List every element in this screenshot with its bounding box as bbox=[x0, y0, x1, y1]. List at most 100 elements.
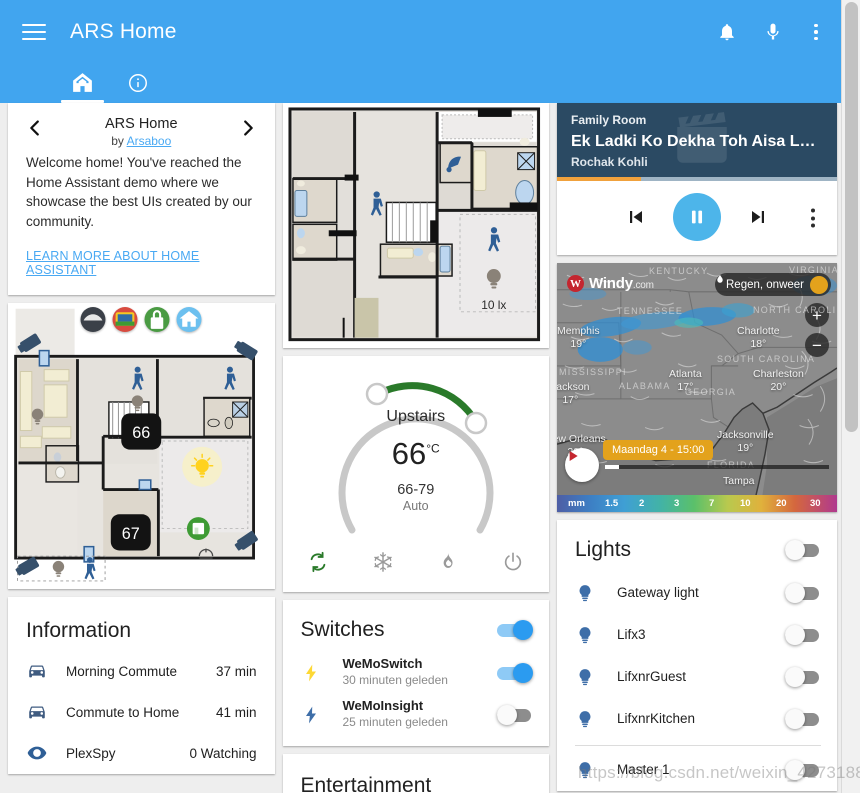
car-icon bbox=[26, 660, 66, 682]
light-row-master-1[interactable]: Master 1 bbox=[557, 749, 837, 791]
information-row-label: PlexSpy bbox=[66, 745, 116, 761]
map-city-memphis: Memphis 19° bbox=[557, 325, 600, 350]
page-scrollbar[interactable] bbox=[841, 0, 860, 793]
switch-row-toggle[interactable] bbox=[497, 662, 533, 684]
information-row-commute-to-home[interactable]: Commute to Home 41 min bbox=[8, 692, 275, 733]
map-timeline-progress bbox=[605, 465, 619, 469]
light-row-lifx3[interactable]: Lifx3 bbox=[557, 614, 837, 656]
thermostat-card: Upstairs 66°C 66-79 Auto bbox=[282, 355, 549, 592]
information-row-label: Commute to Home bbox=[66, 704, 180, 720]
snowflake-icon[interactable] bbox=[371, 550, 395, 574]
thermostat-readout: Upstairs 66°C 66-79 Auto bbox=[316, 408, 516, 513]
map-state-label: KENTUCKY bbox=[649, 266, 709, 276]
media-player-info[interactable]: Family Room Ek Ladki Ko Dekha Toh Aisa L… bbox=[557, 103, 837, 177]
svg-text:66: 66 bbox=[132, 424, 150, 442]
floorplan-lower-image[interactable]: 66 67 bbox=[8, 303, 275, 589]
information-row-value: 41 min bbox=[215, 704, 257, 720]
microphone-icon[interactable] bbox=[759, 18, 787, 46]
light-row-name: Master 1 bbox=[617, 762, 670, 778]
chevron-left-icon[interactable] bbox=[24, 117, 46, 139]
map-city-name: Jacksonville bbox=[717, 429, 774, 441]
map-legend-stop: 2 bbox=[639, 498, 645, 509]
chevron-right-icon[interactable] bbox=[237, 117, 259, 139]
pause-button[interactable] bbox=[673, 193, 721, 241]
light-row-toggle[interactable] bbox=[785, 666, 821, 688]
welcome-by-prefix: by bbox=[111, 134, 127, 149]
lock-badge[interactable] bbox=[144, 307, 170, 333]
light-row-gateway-light[interactable]: Gateway light bbox=[557, 572, 837, 614]
bulb-icon bbox=[575, 666, 617, 688]
map-city-jacksonville: Jacksonville 19° bbox=[717, 429, 774, 454]
light-row-toggle[interactable] bbox=[785, 582, 821, 604]
switches-master-toggle[interactable] bbox=[497, 619, 533, 641]
windy-map[interactable]: W Windy.com Regen, onweer + − KENTUCKY V… bbox=[557, 263, 837, 512]
map-layer-selector[interactable]: Regen, onweer bbox=[715, 273, 831, 296]
thermostat-zone-label: Upstairs bbox=[386, 407, 446, 425]
camera-badge[interactable] bbox=[80, 307, 106, 333]
welcome-author-link[interactable]: Arsaboo bbox=[127, 134, 172, 148]
map-city-name: Memphis bbox=[557, 325, 600, 337]
information-row-value: 0 Watching bbox=[189, 745, 257, 761]
tab-info[interactable] bbox=[110, 62, 165, 103]
weather-map-card[interactable]: W Windy.com Regen, onweer + − KENTUCKY V… bbox=[557, 263, 837, 512]
floorplan-upper-card[interactable]: 10 lx bbox=[282, 103, 550, 348]
tab-home[interactable] bbox=[55, 62, 110, 103]
light-row-toggle[interactable] bbox=[785, 759, 821, 781]
eye-icon bbox=[26, 742, 66, 764]
map-city-tampa: Tampa bbox=[723, 475, 755, 487]
information-row-morning-commute[interactable]: Morning Commute 37 min bbox=[8, 651, 275, 692]
learn-more-link[interactable]: LEARN MORE ABOUT HOME ASSISTANT bbox=[8, 231, 275, 295]
map-city-charleston: Charleston 20° bbox=[753, 368, 804, 393]
light-row-toggle[interactable] bbox=[785, 708, 821, 730]
tv-badge[interactable] bbox=[112, 307, 138, 333]
information-row-plexspy[interactable]: PlexSpy 0 Watching bbox=[8, 733, 275, 774]
next-track-icon[interactable] bbox=[747, 205, 771, 229]
flame-icon[interactable] bbox=[436, 550, 460, 574]
thermostat-dial[interactable]: Upstairs 66°C 66-79 Auto bbox=[316, 370, 516, 546]
windy-logo: W Windy.com bbox=[567, 275, 654, 292]
entertainment-title: Entertainment bbox=[300, 773, 432, 793]
kebab-menu-icon[interactable] bbox=[805, 18, 827, 46]
media-kebab-menu-icon[interactable] bbox=[811, 208, 815, 228]
light-row-lifxnrkitchen[interactable]: LifxnrKitchen bbox=[557, 698, 837, 740]
column-right: Family Room Ek Ladki Ko Dekha Toh Aisa L… bbox=[557, 103, 837, 793]
map-legend-unit: mm bbox=[568, 498, 585, 509]
auto-cycle-icon[interactable] bbox=[306, 550, 330, 574]
column-left: ARS Home by Arsaboo Welcome home! You've… bbox=[8, 103, 275, 793]
switch-row-toggle[interactable] bbox=[497, 704, 533, 726]
lights-master-toggle[interactable] bbox=[785, 539, 821, 561]
switch-row-name: WeMoSwitch bbox=[342, 656, 423, 672]
map-timeline-slider[interactable] bbox=[605, 465, 829, 469]
windy-brand-label: Windy.com bbox=[589, 275, 654, 292]
information-row-value: 37 min bbox=[215, 663, 257, 679]
switch-row-wemoinsight[interactable]: WeMoInsight 25 minuten geleden bbox=[283, 694, 550, 736]
map-legend-stop: 3 bbox=[674, 498, 680, 509]
light-row-name: Gateway light bbox=[617, 585, 699, 601]
floorplan-lower-card[interactable]: 66 67 bbox=[8, 303, 275, 589]
map-city-atlanta: Atlanta 17° bbox=[669, 368, 702, 393]
media-controls bbox=[557, 181, 837, 255]
bell-icon[interactable] bbox=[713, 18, 741, 46]
lights-header: Lights bbox=[557, 520, 837, 572]
light-row-lifxnrguest[interactable]: LifxnrGuest bbox=[557, 656, 837, 698]
power-icon[interactable] bbox=[501, 550, 525, 574]
map-layer-label: Regen, onweer bbox=[726, 278, 804, 291]
map-city-name: Charlotte bbox=[737, 325, 780, 337]
floorplan-upper-image[interactable]: 10 lx bbox=[282, 103, 550, 348]
page-scrollbar-thumb[interactable] bbox=[845, 2, 858, 432]
bulb-icon bbox=[575, 624, 617, 646]
light-row-name: LifxnrGuest bbox=[617, 669, 687, 685]
map-timeline-tooltip: Maandag 4 - 15:00 bbox=[603, 440, 714, 460]
map-state-label: MISSISSIPPI bbox=[559, 367, 627, 377]
switches-header: Switches bbox=[283, 600, 550, 652]
hamburger-menu-icon[interactable] bbox=[22, 24, 46, 40]
tab-bar bbox=[55, 62, 165, 103]
switch-row-wemoswitch[interactable]: WeMoSwitch 30 minuten geleden bbox=[283, 652, 550, 694]
light-row-toggle[interactable] bbox=[785, 624, 821, 646]
car-icon bbox=[26, 701, 66, 723]
raindrop-icon bbox=[717, 275, 828, 294]
previous-track-icon[interactable] bbox=[623, 205, 647, 229]
home-badge[interactable] bbox=[176, 307, 202, 333]
light-row-name: Lifx3 bbox=[617, 627, 646, 643]
play-icon[interactable] bbox=[565, 448, 599, 482]
